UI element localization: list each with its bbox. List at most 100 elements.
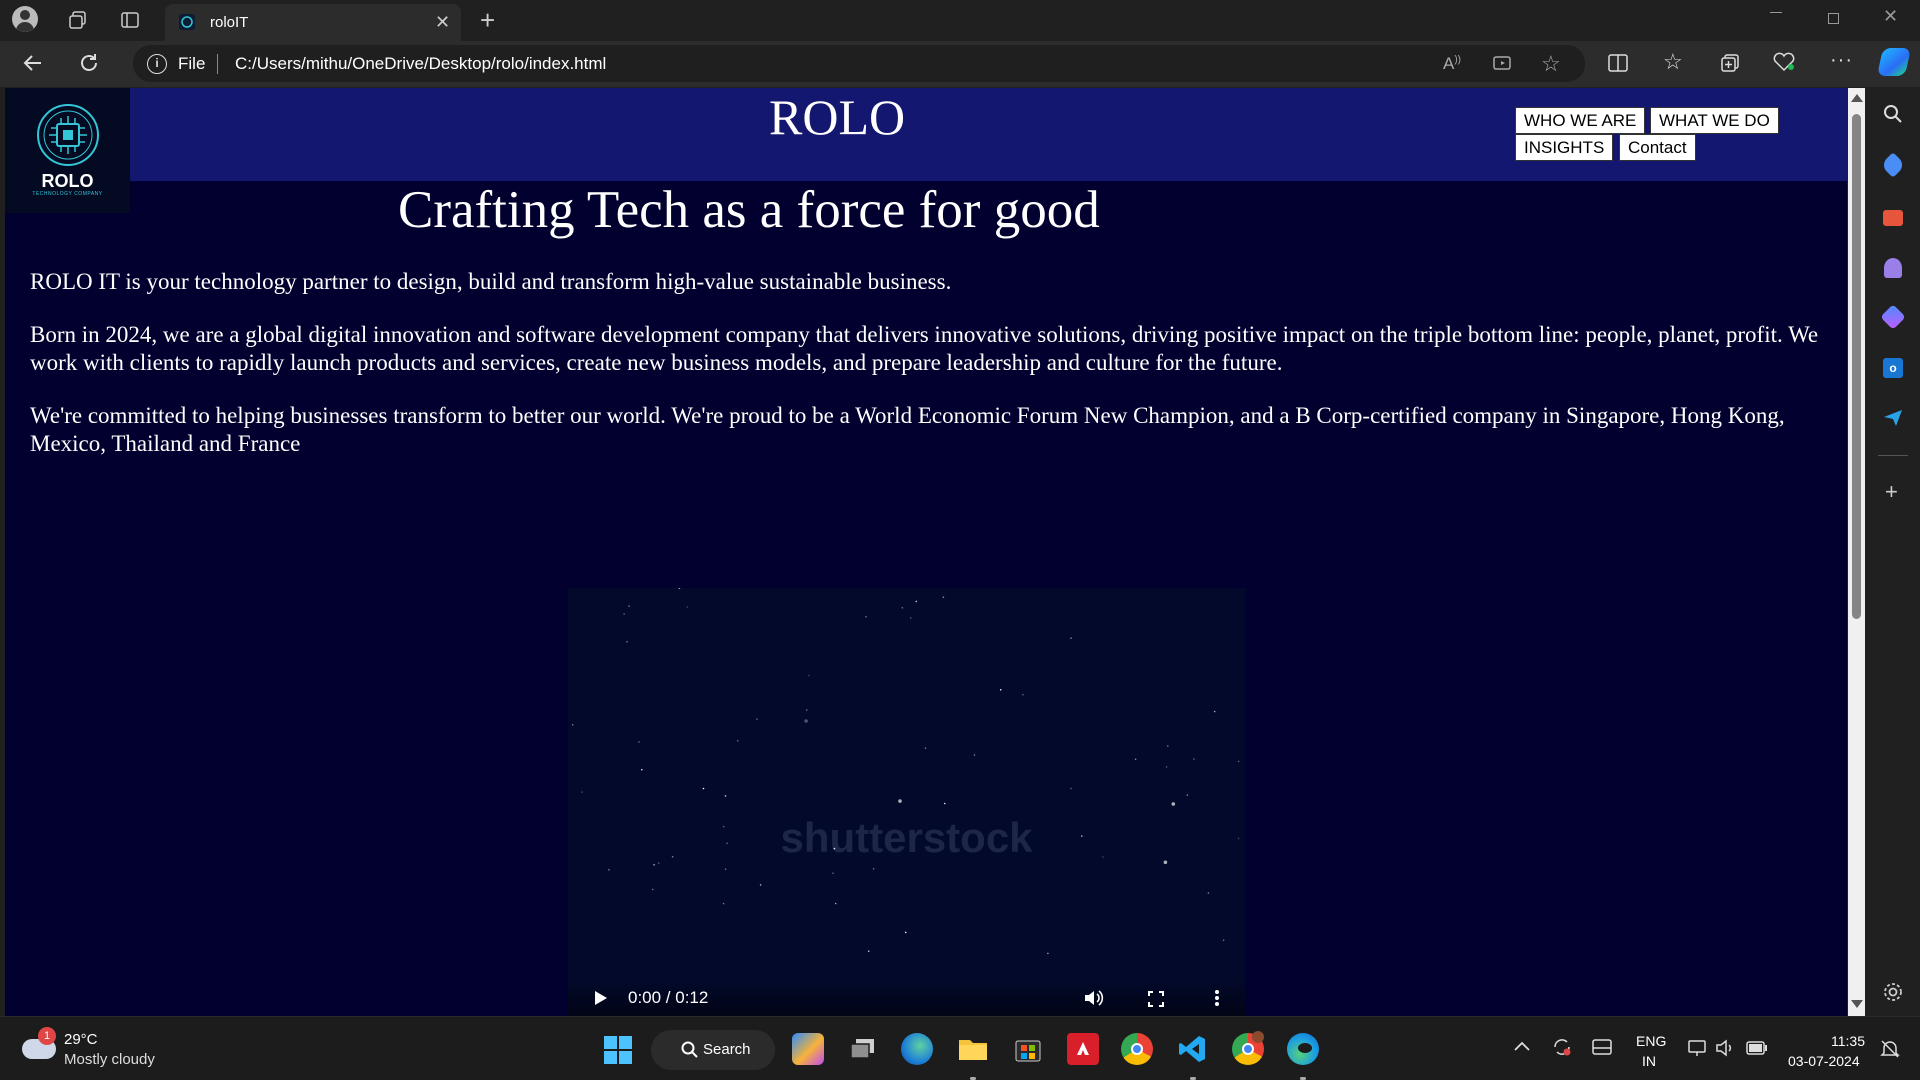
play-icon[interactable] (594, 990, 608, 1006)
close-window-button[interactable]: ✕ (1883, 6, 1898, 27)
browser-tab[interactable]: roloIT ✕ (165, 4, 461, 41)
video-time: 0:00 / 0:12 (628, 988, 709, 1007)
copilot-icon[interactable] (1877, 48, 1911, 76)
sidebar-outlook-icon[interactable]: o (1883, 358, 1903, 378)
star-dot (999, 689, 1002, 691)
site-info-label[interactable]: File (178, 54, 205, 74)
video-watermark: shutterstock (780, 814, 1033, 861)
taskbar-time[interactable]: 11:35 (1831, 1033, 1865, 1049)
star-dot (641, 768, 643, 771)
volume-tray-icon[interactable] (1716, 1039, 1736, 1057)
info-icon[interactable]: i (147, 54, 167, 74)
video-player[interactable]: shutterstock 0:00 / 0:12 (568, 588, 1245, 1016)
star-dot (638, 741, 640, 743)
split-screen-icon[interactable] (1608, 54, 1628, 72)
vscode-icon[interactable] (1177, 1033, 1209, 1065)
star-dot (904, 931, 907, 934)
file-explorer-icon[interactable] (957, 1033, 989, 1065)
battery-icon[interactable] (1746, 1041, 1768, 1055)
chrome-profile-icon[interactable] (1232, 1031, 1264, 1065)
language-region[interactable]: IN (1642, 1053, 1656, 1069)
edge-sidebar: o + (1866, 88, 1920, 1016)
star-dot (571, 723, 574, 726)
star-dot (1193, 758, 1195, 760)
url-text[interactable]: C:/Users/mithu/OneDrive/Desktop/rolo/ind… (235, 54, 606, 74)
edge-dev-icon[interactable] (901, 1033, 933, 1065)
star-dot (678, 588, 681, 590)
more-options-icon[interactable]: ··· (1830, 49, 1853, 72)
collections-icon[interactable] (1720, 53, 1740, 73)
minimize-button[interactable] (1770, 12, 1782, 13)
sidebar-copilot-icon[interactable] (1880, 304, 1906, 330)
scroll-up-icon[interactable] (1851, 94, 1863, 102)
page-scrollbar[interactable] (1848, 88, 1865, 1016)
sidebar-divider (1878, 455, 1908, 456)
nav-insights-button[interactable]: INSIGHTS (1515, 134, 1614, 161)
new-tab-button[interactable]: + (480, 5, 495, 36)
browser-essentials-icon[interactable] (1773, 52, 1795, 72)
star-dot (759, 884, 762, 886)
refresh-icon[interactable] (78, 52, 100, 74)
workspaces-icon[interactable] (68, 10, 88, 30)
star-dot (724, 795, 727, 797)
star-dot (872, 868, 875, 870)
weather-description[interactable]: Mostly cloudy (64, 1051, 155, 1068)
browser-title-bar: roloIT ✕ + ✕ (0, 0, 1920, 41)
video-controls: 0:00 / 0:12 (568, 980, 1245, 1016)
amd-software-icon[interactable] (1067, 1033, 1099, 1065)
browser-toolbar: i File C:/Users/mithu/OneDrive/Desktop/r… (0, 41, 1920, 87)
weather-temperature[interactable]: 29°C (64, 1031, 98, 1048)
profile-avatar[interactable] (12, 6, 38, 32)
favorite-star-icon[interactable]: ☆ (1541, 51, 1561, 77)
site-logo[interactable]: ROLO TECHNOLOGY COMPANY (5, 88, 130, 213)
show-hidden-icons-chevron-icon[interactable] (1514, 1041, 1530, 1051)
microsoft-store-icon[interactable] (1012, 1033, 1044, 1065)
keyboard-layout-icon[interactable] (1592, 1039, 1612, 1055)
volume-icon[interactable] (1084, 989, 1106, 1007)
tab-close-icon[interactable]: ✕ (435, 12, 450, 33)
network-icon[interactable] (1688, 1039, 1708, 1057)
sidebar-tools-icon[interactable] (1883, 210, 1903, 226)
back-arrow-icon[interactable] (22, 52, 44, 74)
sidebar-add-icon[interactable]: + (1885, 479, 1898, 505)
star-dot (1022, 693, 1024, 696)
star-dot (808, 674, 810, 677)
scroll-down-icon[interactable] (1851, 1000, 1863, 1008)
read-aloud-icon[interactable]: A)) (1443, 54, 1461, 74)
video-more-icon[interactable] (1214, 989, 1220, 1007)
address-bar[interactable]: i File C:/Users/mithu/OneDrive/Desktop/r… (133, 45, 1585, 82)
star-dot (653, 864, 655, 866)
star-dot (898, 799, 902, 803)
weather-badge: 1 (38, 1027, 56, 1045)
sidebar-shopping-tag-icon[interactable] (1880, 152, 1906, 178)
fullscreen-icon[interactable] (1148, 991, 1164, 1007)
start-windows-icon[interactable] (604, 1036, 632, 1064)
notifications-bell-icon[interactable] (1880, 1039, 1900, 1059)
nav-what-we-do-button[interactable]: WHAT WE DO (1650, 107, 1779, 134)
vertical-tabs-icon[interactable] (120, 10, 140, 30)
sidebar-send-icon[interactable] (1883, 408, 1903, 428)
star-dot (1070, 637, 1072, 639)
copilot-app-icon[interactable] (792, 1033, 824, 1065)
star-dot (581, 791, 583, 793)
favorites-icon[interactable]: ☆ (1663, 49, 1683, 75)
scroll-thumb[interactable] (1852, 114, 1861, 619)
language-indicator[interactable]: ENG (1636, 1033, 1666, 1049)
star-dot (1207, 892, 1210, 894)
edge-icon[interactable] (1287, 1033, 1319, 1065)
sync-icon[interactable] (1552, 1037, 1572, 1057)
nav-who-we-are-button[interactable]: WHO WE ARE (1515, 107, 1646, 134)
app-available-icon[interactable] (1493, 55, 1513, 73)
star-dot (834, 902, 837, 905)
star-dot (1134, 758, 1137, 761)
sidebar-games-icon[interactable] (1884, 258, 1902, 278)
chrome-icon[interactable] (1121, 1033, 1153, 1065)
sidebar-search-icon[interactable] (1883, 104, 1903, 124)
star-dot (1167, 745, 1169, 747)
taskbar-date[interactable]: 03-07-2024 (1788, 1053, 1860, 1069)
nav-contact-button[interactable]: Contact (1619, 134, 1696, 161)
taskbar-search[interactable]: Search (651, 1030, 775, 1070)
restore-button[interactable] (1828, 13, 1839, 24)
task-view-icon[interactable] (847, 1033, 879, 1065)
sidebar-settings-icon[interactable] (1882, 981, 1904, 1003)
